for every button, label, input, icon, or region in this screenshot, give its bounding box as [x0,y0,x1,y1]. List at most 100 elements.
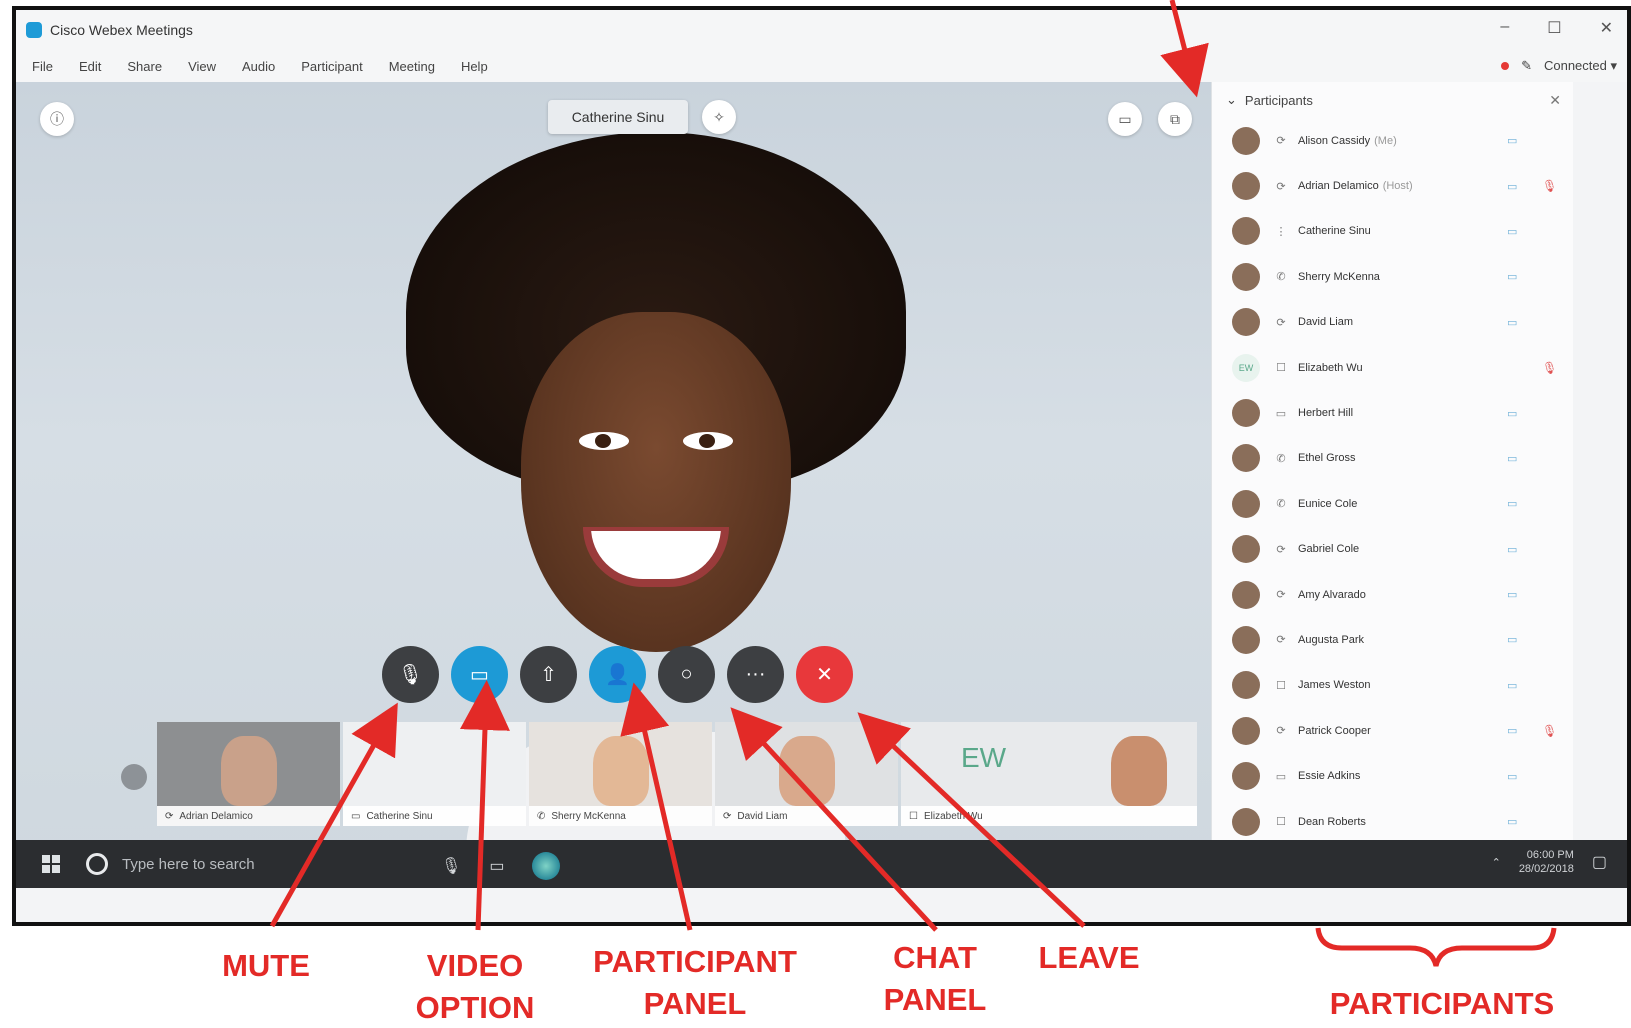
participant-name: Augusta Park [1298,633,1365,646]
camera-icon[interactable]: ▭ [1507,225,1517,238]
thumbnail-video[interactable]: ⟳ Adrian Delamico [157,722,340,826]
participant-row[interactable]: ⟳ Alison Cassidy (Me) ▭ [1212,118,1573,163]
windows-logo-pane [52,855,60,863]
participant-row[interactable]: ☐ James Weston ▭ [1212,663,1573,708]
camera-icon[interactable]: ▭ [1507,497,1517,510]
task-view-icon[interactable]: ▭ [489,856,504,876]
menu-file[interactable]: File [32,59,53,74]
connection-type-icon: ⋮ [1275,225,1287,238]
windows-logo-pane [42,855,50,863]
participant-name: James Weston [1298,679,1371,692]
participant-row[interactable]: ▭ Essie Adkins ▭ [1212,753,1573,798]
thumbnail-video[interactable]: ▭ Catherine Sinu [343,722,526,826]
muted-mic-icon[interactable]: 🎙 [1542,361,1557,375]
participant-row[interactable]: ⟳ Amy Alvarado ▭ [1212,572,1573,617]
participant-name: Alison Cassidy [1298,134,1371,147]
avatar [1232,671,1260,700]
leave-button[interactable]: ✕ [796,646,853,703]
participant-row[interactable]: ✆ Sherry McKenna ▭ [1212,254,1573,299]
muted-mic-icon[interactable]: 🎙 [1542,179,1557,193]
camera-icon[interactable]: ▭ [1507,407,1517,420]
participant-name: Amy Alvarado [1298,588,1366,601]
participant-row[interactable]: ⋮ Catherine Sinu ▭ [1212,209,1573,254]
avatar [1232,444,1260,473]
pin-icon[interactable]: ✧ [702,100,736,134]
camera-icon[interactable]: ▭ [1507,543,1517,556]
video-button[interactable]: ▭ [451,646,508,703]
camera-icon[interactable]: ▭ [1507,679,1517,692]
participant-row[interactable]: ☐ Dean Roberts ▭ [1212,799,1573,844]
menu-meeting[interactable]: Meeting [389,59,435,74]
camera-icon[interactable]: ▭ [1507,134,1517,147]
participant-row[interactable]: ⟳ Augusta Park ▭ [1212,617,1573,662]
notifications-icon[interactable]: ▢ [1592,852,1607,872]
windows-logo-pane [42,865,50,873]
menu-participant[interactable]: Participant [301,59,362,74]
camera-icon[interactable]: ▭ [1507,452,1517,465]
participant-name: David Liam [1298,316,1354,329]
participants-panel-header[interactable]: ⌄ Participants ✕ [1212,82,1573,118]
mute-button[interactable]: 🎙 [382,646,439,703]
more-options-button[interactable]: ··· [727,646,784,703]
thumbnail-video[interactable]: EW ☐ Elizabeth Wu [901,722,1197,826]
annotation-participant-line1: PARTICIPANT [593,944,797,979]
taskbar-search[interactable]: Type here to search [86,853,255,875]
thumbnail-video[interactable]: ✆ Sherry McKenna [529,722,712,826]
menu-edit[interactable]: Edit [79,59,101,74]
camera-icon[interactable]: ▭ [1507,270,1517,283]
close-button[interactable]: ✕ [1600,18,1613,38]
participant-row[interactable]: ▭ Herbert Hill ▭ [1212,390,1573,435]
camera-icon[interactable]: ▭ [1507,724,1517,737]
clock[interactable]: 06:00 PM 28/02/2018 [1519,848,1574,876]
avatar [1232,172,1260,201]
connection-type-icon: ⟳ [1276,634,1286,647]
camera-icon[interactable]: ▭ [1507,316,1517,329]
menu-view[interactable]: View [188,59,216,74]
pen-icon[interactable]: ✎ [1521,58,1532,74]
chevron-up-icon[interactable]: ⌃ [1492,856,1501,869]
participant-row[interactable]: ⟳ David Liam ▭ [1212,300,1573,345]
camera-icon[interactable]: ▭ [1507,588,1517,601]
layout-icon[interactable]: ▭ [1108,102,1142,136]
participant-name: Essie Adkins [1298,770,1361,783]
participants-panel: ⌄ Participants ✕ ⟳ Alison Cassidy (Me) ▭ ⟳ Ad… [1211,82,1573,840]
close-panel-icon[interactable]: ✕ [1549,92,1561,109]
connection-type-icon: ☐ [1276,362,1286,375]
camera-icon[interactable]: ▭ [1507,770,1517,783]
participant-row[interactable]: ⟳ Adrian Delamico (Host) ▭ 🎙 [1212,163,1573,208]
menu-help[interactable]: Help [461,59,488,74]
participant-row[interactable]: EW ☐ Elizabeth Wu 🎙 [1212,345,1573,390]
windows-start-icon[interactable] [42,855,60,873]
participant-row[interactable]: ⟳ Gabriel Cole ▭ [1212,527,1573,572]
meeting-info-icon[interactable]: ⓘ [40,102,74,136]
participant-name: Herbert Hill [1298,407,1354,420]
connection-status[interactable]: Connected ▾ [1544,58,1617,74]
thumbnail-video[interactable]: ⟳ David Liam [715,722,898,826]
chat-button[interactable]: ○ [658,646,715,703]
webex-taskbar-icon[interactable] [532,852,561,880]
switch-view-icon[interactable]: ⧉ [1158,102,1192,136]
microphone-icon[interactable]: 🎙 [441,856,461,876]
chevron-down-icon[interactable]: ⌄ [1226,92,1237,108]
video-stage: ⓘ Catherine Sinu ✧ ▭ ⧉ 🎙 ▭ ⇧ 👤 ○ ··· ✕ ⟳… [16,82,1269,880]
thumbnail-status-icon: ▭ [351,810,361,822]
maximize-button[interactable]: ☐ [1547,18,1561,38]
speaker-smile [583,527,729,587]
camera-icon[interactable]: ▭ [1507,180,1517,193]
muted-mic-icon[interactable]: 🎙 [1542,724,1557,738]
filmstrip-toggle[interactable] [121,764,147,790]
share-button[interactable]: ⇧ [520,646,577,703]
clock-time: 06:00 PM [1526,849,1574,861]
participant-row[interactable]: ⟳ Patrick Cooper ▭ 🎙 [1212,708,1573,753]
camera-icon[interactable]: ▭ [1507,633,1517,646]
participant-row[interactable]: ✆ Ethel Gross ▭ [1212,436,1573,481]
menu-share[interactable]: Share [127,59,162,74]
thumbnail-person [778,736,835,806]
participant-row[interactable]: ✆ Eunice Cole ▭ [1212,481,1573,526]
menu-audio[interactable]: Audio [242,59,275,74]
thumbnail-name: Sherry McKenna [551,810,626,822]
participants-button[interactable]: 👤 [589,646,646,703]
avatar [1232,308,1260,337]
camera-icon[interactable]: ▭ [1507,815,1517,828]
minimize-button[interactable]: – [1500,18,1509,38]
